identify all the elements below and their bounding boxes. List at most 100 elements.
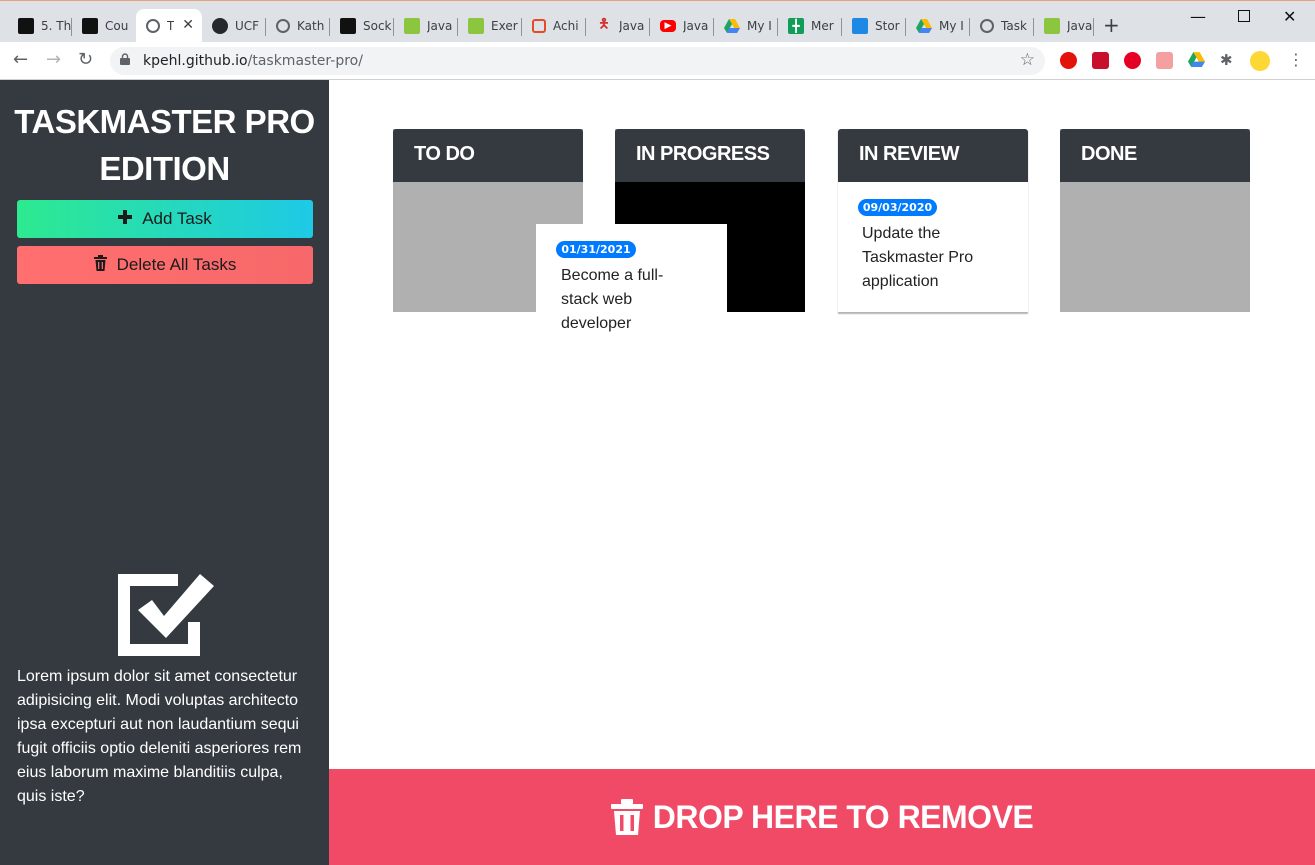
delete-all-tasks-button[interactable]: Delete All Tasks (17, 246, 313, 284)
tab-title: My I (747, 19, 772, 33)
tab-title: Java (1067, 19, 1093, 33)
browser-tab[interactable]: Java (394, 9, 458, 43)
browser-tab[interactable]: Task (970, 9, 1034, 43)
browser-tab[interactable]: Kath (266, 9, 330, 43)
tab-title: Stor (875, 19, 900, 33)
adblock-extension-icon[interactable] (1060, 52, 1077, 69)
task-description[interactable]: Update the Taskmaster Pro application (862, 222, 1012, 294)
dragging-task-card[interactable]: 01/31/2021 Become a full-stack web devel… (536, 224, 727, 344)
checkbox-logo-icon (118, 574, 214, 656)
tab-title: 5. Th (41, 19, 72, 33)
tab-title: UCF (235, 19, 260, 33)
add-task-button[interactable]: Add Task (17, 200, 313, 238)
lane-header: IN REVIEW (838, 129, 1028, 182)
globe-icon (146, 19, 160, 33)
browser-tab[interactable]: 🯅 Java (586, 9, 650, 43)
menu-kebab-icon[interactable]: ⋮ (1288, 49, 1304, 71)
w3-icon (1044, 18, 1060, 34)
maximize-icon[interactable] (1238, 10, 1250, 22)
bookmark-star-icon[interactable]: ☆ (1020, 50, 1035, 70)
screencast-extension-icon[interactable] (1156, 52, 1173, 69)
add-task-label: Add Task (142, 209, 212, 228)
drive-icon (916, 18, 932, 34)
lane-done: DONE (1060, 129, 1250, 312)
w3-icon (468, 18, 484, 34)
lane-dropzone[interactable]: 09/03/2020 Update the Taskmaster Pro app… (838, 182, 1028, 312)
close-tab-icon[interactable]: ✕ (182, 17, 194, 33)
plus-icon (118, 209, 133, 229)
drive-icon (724, 18, 740, 34)
tab-title: Kath (297, 19, 325, 33)
tab-title: Cou (105, 19, 129, 33)
web-icon (532, 19, 546, 33)
url-path: /taskmaster-pro/ (247, 53, 363, 69)
close-window-icon[interactable]: ✕ (1283, 7, 1296, 26)
browser-tab[interactable]: My I (906, 9, 970, 43)
browser-tab[interactable]: My I (714, 9, 778, 43)
trash-drop-zone[interactable]: DROP HERE TO REMOVE (329, 769, 1315, 865)
due-date-badge[interactable]: 01/31/2021 (556, 241, 636, 258)
tab-title: Mer (811, 19, 834, 33)
new-tab-button[interactable]: + (1103, 15, 1120, 35)
lane-header: IN PROGRESS (615, 129, 805, 182)
extensions-puzzle-icon[interactable]: ✱ (1220, 52, 1237, 69)
browser-tab[interactable]: Java (1034, 9, 1094, 43)
lastpass-extension-icon[interactable] (1092, 52, 1109, 69)
browser-tab[interactable]: Cou (72, 9, 136, 43)
lane-header: DONE (1060, 129, 1250, 182)
pinterest-extension-icon[interactable] (1124, 52, 1141, 69)
title-line-2: EDITION (99, 150, 230, 187)
back-arrow-icon[interactable]: ← (13, 49, 28, 71)
tab-title: T (167, 19, 175, 33)
delete-all-label: Delete All Tasks (116, 255, 237, 274)
tab-title: Sock (363, 19, 392, 33)
youtube-icon: ▶ (660, 20, 676, 32)
browser-tab[interactable]: Exer (458, 9, 522, 43)
tab-title: Exer (491, 19, 518, 33)
due-date-badge[interactable]: 09/03/2020 (858, 199, 937, 216)
figure-icon: 🯅 (598, 17, 610, 32)
sheets-icon: ╋ (788, 18, 804, 34)
browser-tab[interactable]: ╋ Mer (778, 9, 842, 43)
task-description[interactable]: Become a full-stack web developer (561, 264, 686, 336)
browser-tab-active[interactable]: T ✕ (136, 9, 202, 43)
tab-title: Task (1001, 19, 1027, 33)
drive-extension-icon[interactable] (1188, 52, 1205, 69)
sidebar-description: Lorem ipsum dolor sit amet consectetur a… (17, 668, 302, 805)
minimize-icon[interactable]: — (1190, 7, 1206, 26)
page-title: TASKMASTER PRO EDITION (0, 98, 329, 192)
lane-in-review: IN REVIEW 09/03/2020 Update the Taskmast… (838, 129, 1028, 312)
sidebar: TASKMASTER PRO EDITION Add Task Delete A… (0, 80, 329, 865)
globe-icon (980, 19, 994, 33)
taskmaster-page: TASKMASTER PRO EDITION Add Task Delete A… (0, 80, 1315, 865)
trash-icon (610, 799, 643, 835)
tab-separator (1093, 18, 1094, 36)
browser-tab[interactable]: Stor (842, 9, 906, 43)
github-icon (212, 18, 228, 34)
lane-dropzone[interactable] (1060, 182, 1250, 312)
ucf-icon (82, 18, 98, 34)
drop-zone-label: DROP HERE TO REMOVE (652, 798, 1034, 835)
browser-tab[interactable]: Sock (330, 9, 394, 43)
title-line-1: TASKMASTER PRO (14, 103, 315, 140)
tab-title: My I (939, 19, 964, 33)
browser-tab[interactable]: 5. Th (8, 9, 72, 43)
browser-tab[interactable]: Achi (522, 9, 586, 43)
browser-tab-strip: 5. Th Cou T ✕ UCF Kath Sock Java Exer Ac… (0, 0, 1315, 43)
reload-icon[interactable]: ↻ (78, 49, 93, 71)
task-card[interactable]: 09/03/2020 Update the Taskmaster Pro app… (838, 182, 1028, 310)
w3-icon (404, 18, 420, 34)
tab-title: Java (619, 19, 645, 33)
browser-tab[interactable]: UCF (202, 9, 266, 43)
lane-header: TO DO (393, 129, 583, 182)
tab-title: Java (683, 19, 709, 33)
profile-avatar[interactable] (1250, 51, 1270, 71)
trash-icon (93, 254, 107, 276)
url-host: kpehl.github.io (143, 53, 248, 69)
address-bar[interactable]: kpehl.github.io/taskmaster-pro/ ☆ (110, 47, 1045, 75)
ucf-icon (18, 18, 34, 34)
tab-title: Achi (553, 19, 579, 33)
forward-arrow-icon[interactable]: → (46, 49, 61, 71)
browser-tab[interactable]: ▶ Java (650, 9, 714, 43)
storage-icon (852, 18, 868, 34)
